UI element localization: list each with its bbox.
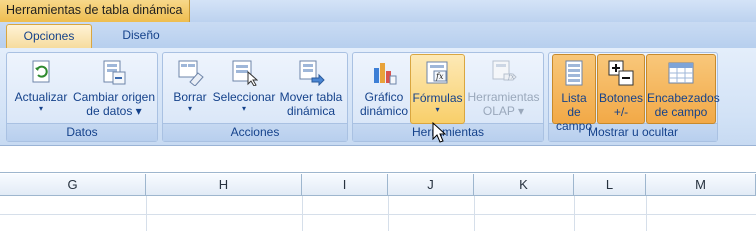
move-table-icon [299, 60, 325, 86]
move-table-label-line1: Mover tabla [279, 90, 343, 104]
olap-icon: fx [492, 60, 517, 81]
plus-minus-label-line2: +/- [613, 105, 629, 119]
column-header-g[interactable]: G [0, 174, 146, 196]
change-data-source-button[interactable]: Cambiar origen de datos ▾ [70, 54, 158, 124]
chevron-down-icon: ▾ [38, 104, 43, 113]
pivot-chart-label-line2: dinámico [359, 104, 409, 118]
olap-tools-button[interactable]: fx Herramientas OLAP ▾ [465, 54, 542, 124]
formulas-label: Fórmulas [412, 91, 463, 105]
column-header-j[interactable]: J [388, 174, 474, 196]
chevron-down-icon: ▾ [241, 104, 246, 113]
grid-column-line [388, 196, 389, 231]
refresh-label: Actualizar [14, 90, 68, 104]
field-list-toggle[interactable]: Lista de campo [552, 54, 596, 133]
olap-label-line1: Herramientas [467, 90, 540, 104]
plus-minus-buttons-toggle[interactable]: Botones +/- [597, 54, 645, 124]
pivot-chart-label-line1: Gráfico [364, 90, 404, 104]
column-header-k[interactable]: K [474, 174, 574, 196]
refresh-button[interactable]: Actualizar ▾ [10, 54, 72, 124]
change-source-icon [103, 60, 126, 85]
pivot-chart-button[interactable]: Gráfico dinámico [356, 54, 412, 124]
eraser-icon [178, 60, 204, 86]
column-header-h[interactable]: H [146, 174, 302, 196]
group-label-herramientas: Herramientas [353, 123, 543, 141]
grid-column-line [646, 196, 647, 231]
chevron-down-icon: ▾ [435, 105, 440, 114]
mouse-pointer-icon [432, 122, 446, 143]
grid-column-line [474, 196, 475, 231]
clear-button[interactable]: Borrar ▾ [168, 54, 212, 124]
select-label: Seleccionar [212, 90, 276, 104]
formula-icon: fx [426, 61, 447, 84]
change-source-label-line1: Cambiar origen [72, 90, 156, 104]
select-button[interactable]: Seleccionar ▾ [212, 54, 276, 124]
column-header-i[interactable]: I [302, 174, 388, 196]
title-bar-background [190, 0, 756, 22]
move-table-label-line2: dinámica [286, 104, 336, 118]
grid-column-line [302, 196, 303, 231]
field-headers-toggle[interactable]: Encabezados de campo [646, 54, 720, 124]
field-list-label-line2: campo [555, 119, 593, 133]
move-pivot-table-button[interactable]: Mover tabla dinámica [277, 54, 345, 124]
field-headers-icon [668, 62, 694, 84]
field-headers-label-line2: de campo [654, 105, 708, 119]
field-list-icon [565, 60, 583, 86]
select-icon [232, 60, 258, 86]
grid-column-line [574, 196, 575, 231]
contextual-tab-title: Herramientas de tabla dinámica [0, 0, 190, 22]
change-source-label-line2: de datos ▾ [86, 104, 142, 118]
olap-label-line2: OLAP ▾ [482, 104, 525, 118]
grid-column-line [146, 196, 147, 231]
formula-bar[interactable] [0, 146, 756, 173]
column-header-m[interactable]: M [646, 174, 756, 196]
svg-text:fx: fx [435, 72, 444, 81]
formulas-button[interactable]: fx Fórmulas ▾ [410, 54, 465, 124]
field-list-label-line1: Lista de [561, 91, 587, 119]
group-label-acciones: Acciones [163, 123, 347, 141]
svg-text:fx: fx [507, 73, 515, 81]
column-header-l[interactable]: L [574, 174, 646, 196]
tab-opciones[interactable]: Opciones [6, 24, 92, 48]
pivot-chart-icon [374, 63, 397, 85]
refresh-icon [32, 60, 50, 83]
grid-row-line [0, 214, 756, 215]
plus-minus-label-line1: Botones [598, 91, 644, 105]
field-headers-label-line1: Encabezados [647, 91, 720, 105]
plus-minus-icon [608, 60, 634, 86]
group-label-datos: Datos [7, 123, 157, 141]
chevron-down-icon: ▾ [187, 104, 192, 113]
clear-label: Borrar [173, 90, 207, 104]
tab-diseno[interactable]: Diseño [100, 24, 182, 48]
